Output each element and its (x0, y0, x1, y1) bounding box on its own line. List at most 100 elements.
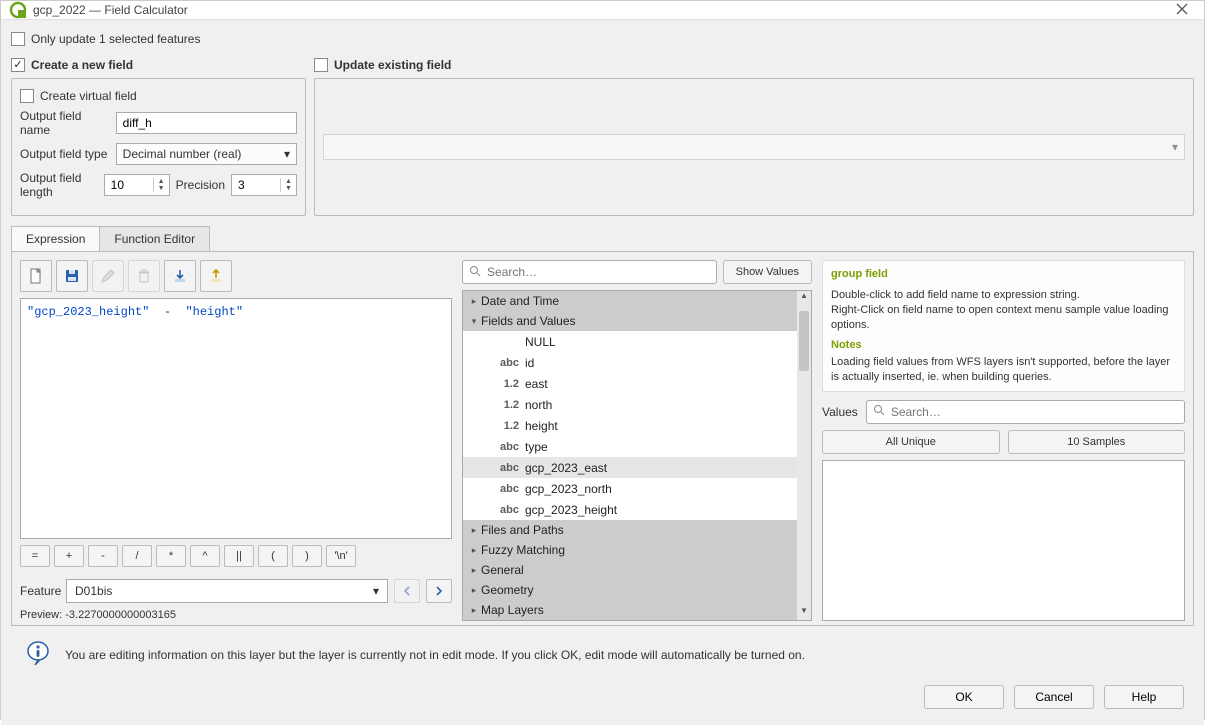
operator-row: =+-/*^||()'\n' (20, 545, 452, 567)
output-type-select[interactable]: Decimal number (real) ▾ (116, 143, 297, 165)
function-search-input[interactable] (487, 265, 710, 279)
help-body-1: Double-click to add field name to expres… (831, 288, 1176, 303)
create-new-row: Create a new field (11, 58, 306, 72)
field-name: height (525, 419, 811, 433)
new-file-icon[interactable] (20, 260, 52, 292)
values-list[interactable] (822, 460, 1185, 621)
ok-button[interactable]: OK (924, 685, 1004, 709)
field-type-icon: 1.2 (493, 420, 519, 432)
precision-stepper[interactable]: ▲▼ (231, 174, 297, 196)
virtual-field-row: Create virtual field (20, 89, 297, 103)
field-item[interactable]: abcgcp_2023_east (463, 457, 811, 478)
tree-group[interactable]: ▸Files and Paths (463, 520, 811, 540)
tree-group[interactable]: ▸Geometry (463, 580, 811, 600)
field-type-icon: abc (493, 483, 519, 495)
import-icon[interactable] (164, 260, 196, 292)
field-item[interactable]: abcid (463, 352, 811, 373)
precision-up[interactable]: ▲ (281, 178, 296, 185)
feature-select[interactable]: D01bis ▾ (66, 579, 388, 603)
field-type-icon: abc (493, 462, 519, 474)
all-unique-button[interactable]: All Unique (822, 430, 1000, 454)
ten-samples-button[interactable]: 10 Samples (1008, 430, 1186, 454)
tab-content: "gcp_2023_height" - "height" =+-/*^||()'… (11, 252, 1194, 626)
tree-group[interactable]: ▸Date and Time (463, 291, 811, 311)
create-new-checkbox[interactable] (11, 58, 25, 72)
operator-button-8[interactable]: ) (292, 545, 322, 567)
virtual-field-checkbox[interactable] (20, 89, 34, 103)
tree-scrollbar[interactable]: ▲ ▼ (797, 291, 811, 620)
function-search-field[interactable] (462, 260, 717, 284)
scroll-thumb[interactable] (799, 311, 809, 371)
operator-button-7[interactable]: ( (258, 545, 288, 567)
operator-button-0[interactable]: = (20, 545, 50, 567)
save-icon[interactable] (56, 260, 88, 292)
scroll-up-icon[interactable]: ▲ (797, 291, 811, 305)
operator-button-1[interactable]: + (54, 545, 84, 567)
update-field-panel: ▾ (314, 78, 1194, 216)
values-search-input[interactable] (891, 405, 1178, 419)
expr-token-op: - (149, 305, 185, 319)
update-existing-checkbox[interactable] (314, 58, 328, 72)
field-item[interactable]: abcgcp_2023_height (463, 499, 811, 520)
feature-prev-button[interactable] (394, 579, 420, 603)
show-values-button[interactable]: Show Values (723, 260, 812, 284)
export-icon[interactable] (200, 260, 232, 292)
length-up[interactable]: ▲ (154, 178, 169, 185)
update-field-select[interactable]: ▾ (323, 134, 1185, 160)
preview-row: Preview: -3.2270000000003165 (20, 609, 452, 621)
tab-expression[interactable]: Expression (11, 226, 100, 251)
window-title: gcp_2022 — Field Calculator (33, 3, 1168, 17)
operator-button-3[interactable]: / (122, 545, 152, 567)
operator-button-4[interactable]: * (156, 545, 186, 567)
values-search-field[interactable] (866, 400, 1185, 424)
cancel-button[interactable]: Cancel (1014, 685, 1094, 709)
length-down[interactable]: ▼ (154, 185, 169, 192)
output-length-input[interactable] (105, 175, 153, 195)
content-area: Only update 1 selected features Create a… (1, 20, 1204, 725)
tree-group-label: Geometry (481, 583, 807, 597)
tree-group[interactable]: ▸Fuzzy Matching (463, 540, 811, 560)
delete-icon[interactable] (128, 260, 160, 292)
search-icon (873, 404, 885, 419)
field-item[interactable]: NULL (463, 331, 811, 352)
only-update-checkbox[interactable] (11, 32, 25, 46)
update-existing-row: Update existing field (314, 58, 451, 72)
field-item[interactable]: abctype (463, 436, 811, 457)
titlebar: gcp_2022 — Field Calculator (1, 1, 1204, 20)
precision-down[interactable]: ▼ (281, 185, 296, 192)
field-type-icon: 1.2 (493, 399, 519, 411)
scroll-down-icon[interactable]: ▼ (797, 606, 811, 620)
field-item[interactable]: 1.2 height (463, 415, 811, 436)
field-name: gcp_2023_height (525, 503, 811, 517)
precision-input[interactable] (232, 175, 280, 195)
operator-button-2[interactable]: - (88, 545, 118, 567)
field-item[interactable]: abcgcp_2023_north (463, 478, 811, 499)
tree-group[interactable]: ▾Fields and Values (463, 311, 811, 331)
field-type-icon: abc (493, 441, 519, 453)
field-name: east (525, 377, 811, 391)
feature-next-button[interactable] (426, 579, 452, 603)
tree-group-label: Files and Paths (481, 523, 807, 537)
field-name: type (525, 440, 811, 454)
values-label: Values (822, 405, 858, 419)
function-tree[interactable]: ▸Date and Time▾Fields and ValuesNULLabci… (462, 290, 812, 621)
field-item[interactable]: 1.2north (463, 394, 811, 415)
chevron-right-icon: ▸ (467, 296, 481, 307)
close-button[interactable] (1168, 2, 1196, 18)
edit-icon[interactable] (92, 260, 124, 292)
expression-editor[interactable]: "gcp_2023_height" - "height" (20, 298, 452, 539)
operator-button-6[interactable]: || (224, 545, 254, 567)
field-item[interactable]: 1.2east (463, 373, 811, 394)
output-name-input[interactable] (116, 112, 297, 134)
tree-group[interactable]: ▸General (463, 560, 811, 580)
tree-group-label: Date and Time (481, 294, 807, 308)
operator-button-5[interactable]: ^ (190, 545, 220, 567)
field-name: id (525, 356, 811, 370)
precision-label: Precision (176, 178, 225, 192)
tab-function-editor[interactable]: Function Editor (99, 226, 210, 251)
help-button[interactable]: Help (1104, 685, 1184, 709)
search-icon (469, 265, 481, 280)
operator-button-9[interactable]: '\n' (326, 545, 356, 567)
output-length-stepper[interactable]: ▲▼ (104, 174, 170, 196)
tree-group[interactable]: ▸Map Layers (463, 600, 811, 620)
